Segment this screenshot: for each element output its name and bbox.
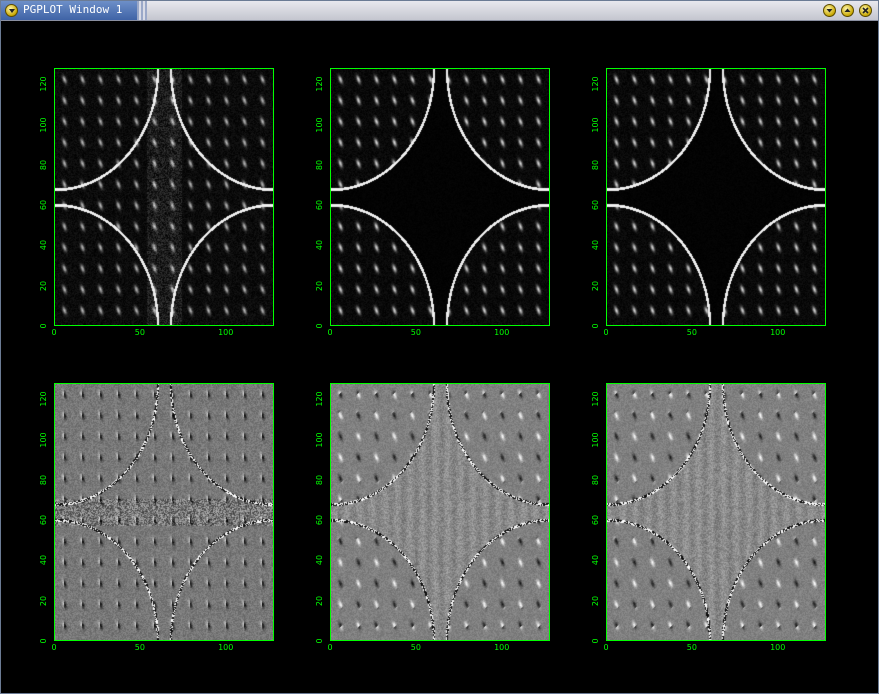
image-canvas-top-right — [607, 69, 825, 325]
y-tick-label: 60 — [39, 199, 48, 211]
y-tick-label: 120 — [591, 76, 600, 92]
y-tick-label: 60 — [591, 199, 600, 211]
y-tick-label: 0 — [315, 323, 324, 329]
y-tick-label: 100 — [315, 431, 324, 448]
x-tick-label: 0 — [603, 643, 609, 652]
y-tick-label: 40 — [315, 555, 324, 566]
y-tick-label: 80 — [39, 474, 48, 485]
y-tick-label: 0 — [591, 323, 600, 329]
image-panel-top-middle — [330, 68, 550, 326]
y-tick-label: 40 — [315, 240, 324, 251]
title-tab[interactable]: PGPLOT Window 1 — [1, 1, 147, 20]
image-canvas-bottom-right — [607, 384, 825, 640]
image-panel-top-right — [606, 68, 826, 326]
x-tick-label: 100 — [770, 643, 786, 652]
image-panel-bottom-left — [54, 383, 274, 641]
x-tick-label: 100 — [494, 328, 510, 337]
y-tick-label: 80 — [591, 474, 600, 485]
y-tick-label: 40 — [591, 240, 600, 251]
y-tick-label: 120 — [39, 76, 48, 92]
y-tick-label: 40 — [39, 240, 48, 251]
window-menu-icon[interactable] — [5, 4, 18, 17]
window-title: PGPLOT Window 1 — [23, 3, 123, 16]
image-panel-bottom-middle — [330, 383, 550, 641]
y-tick-label: 120 — [591, 391, 600, 407]
plot-area: 0 50 100 0 20 40 60 80 100 120 0 50 100 0 20 40 60 80 100 1… — [6, 25, 873, 689]
y-tick-label: 0 — [39, 323, 48, 329]
y-tick-label: 100 — [39, 116, 48, 133]
y-tick-label: 120 — [39, 391, 48, 407]
image-canvas-bottom-left — [55, 384, 273, 640]
y-tick-label: 20 — [39, 595, 48, 606]
title-bar[interactable]: PGPLOT Window 1 — [1, 1, 878, 21]
y-tick-label: 80 — [315, 159, 324, 170]
y-tick-label: 120 — [315, 391, 324, 407]
minimize-icon[interactable] — [823, 4, 836, 17]
y-tick-label: 20 — [591, 595, 600, 606]
y-tick-label: 20 — [39, 280, 48, 291]
x-tick-label: 100 — [770, 328, 786, 337]
image-panel-bottom-right — [606, 383, 826, 641]
y-tick-label: 100 — [591, 116, 600, 133]
y-tick-label: 40 — [591, 555, 600, 566]
x-tick-label: 50 — [686, 643, 697, 652]
y-tick-label: 80 — [591, 159, 600, 170]
close-icon[interactable] — [859, 4, 872, 17]
y-tick-label: 60 — [591, 514, 600, 526]
y-tick-label: 60 — [315, 514, 324, 526]
pgplot-window: PGPLOT Window 1 0 50 100 0 20 40 60 80 100 120 0 50… — [0, 0, 879, 694]
y-tick-label: 0 — [315, 638, 324, 644]
y-tick-label: 20 — [315, 595, 324, 606]
y-tick-label: 20 — [591, 280, 600, 291]
y-tick-label: 100 — [39, 431, 48, 448]
y-tick-label: 100 — [315, 116, 324, 133]
x-tick-label: 0 — [327, 643, 333, 652]
x-tick-label: 0 — [51, 328, 57, 337]
x-tick-label: 100 — [218, 643, 234, 652]
y-tick-label: 0 — [39, 638, 48, 644]
image-canvas-top-left — [55, 69, 273, 325]
maximize-icon[interactable] — [841, 4, 854, 17]
y-tick-label: 120 — [315, 76, 324, 92]
x-tick-label: 0 — [603, 328, 609, 337]
y-tick-label: 60 — [315, 199, 324, 211]
x-tick-label: 50 — [686, 328, 697, 337]
y-tick-label: 20 — [315, 280, 324, 291]
image-canvas-top-middle — [331, 69, 549, 325]
y-tick-label: 80 — [39, 159, 48, 170]
x-tick-label: 100 — [494, 643, 510, 652]
y-tick-label: 40 — [39, 555, 48, 566]
x-tick-label: 50 — [410, 643, 421, 652]
y-tick-label: 60 — [39, 514, 48, 526]
x-tick-label: 100 — [218, 328, 234, 337]
y-tick-label: 80 — [315, 474, 324, 485]
x-tick-label: 50 — [410, 328, 421, 337]
x-tick-label: 0 — [51, 643, 57, 652]
image-panel-top-left — [54, 68, 274, 326]
x-tick-label: 50 — [134, 328, 145, 337]
y-tick-label: 100 — [591, 431, 600, 448]
x-tick-label: 0 — [327, 328, 333, 337]
image-canvas-bottom-middle — [331, 384, 549, 640]
x-tick-label: 50 — [134, 643, 145, 652]
y-tick-label: 0 — [591, 638, 600, 644]
